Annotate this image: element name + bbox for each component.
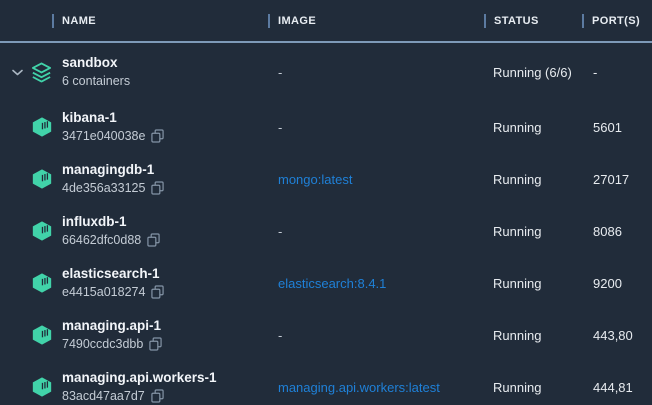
column-header-status[interactable]: STATUS <box>484 14 582 28</box>
status-cell: Running <box>493 328 593 343</box>
copy-icon[interactable] <box>151 285 164 299</box>
container-name: elasticsearch-1 <box>62 265 278 283</box>
status-cell: Running (6/6) <box>493 65 593 80</box>
container-name: managing.api-1 <box>62 317 278 335</box>
container-box-icon <box>30 324 53 347</box>
table-row-elasticsearch-1[interactable]: elasticsearch-1 e4415a018274 elasticsear… <box>0 257 652 309</box>
image-cell: - <box>278 120 493 135</box>
column-separator <box>582 14 584 28</box>
column-header-ports[interactable]: PORT(S) <box>582 14 652 28</box>
image-cell: - <box>278 224 493 239</box>
image-link[interactable]: elasticsearch:8.4.1 <box>278 276 493 291</box>
ports-cell: 9200 <box>593 276 652 291</box>
group-name: sandbox <box>62 54 278 72</box>
status-cell: Running <box>493 172 593 187</box>
status-cell: Running <box>493 380 593 395</box>
column-header-name[interactable]: NAME <box>52 14 268 28</box>
container-name: influxdb-1 <box>62 213 278 231</box>
image-cell: - <box>278 328 493 343</box>
container-id: 3471e040038e <box>62 127 145 145</box>
container-id: 7490ccdc3dbb <box>62 335 143 353</box>
image-cell: - <box>278 65 493 80</box>
table-row-kibana-1[interactable]: kibana-1 3471e040038e - Running 5601 <box>0 101 652 153</box>
container-name: managingdb-1 <box>62 161 278 179</box>
column-separator <box>484 14 486 28</box>
container-box-icon <box>30 220 53 243</box>
table-row-group-sandbox[interactable]: sandbox 6 containers - Running (6/6) - <box>0 43 652 101</box>
container-name: managing.api.workers-1 <box>62 369 278 387</box>
table-row-managing-api-workers-1[interactable]: managing.api.workers-1 83acd47aa7d7 mana… <box>0 361 652 405</box>
table-row-influxdb-1[interactable]: influxdb-1 66462dfc0d88 - Running 8086 <box>0 205 652 257</box>
copy-icon[interactable] <box>151 389 164 403</box>
ports-cell: - <box>593 65 652 80</box>
column-header-image[interactable]: IMAGE <box>268 14 484 28</box>
status-cell: Running <box>493 224 593 239</box>
container-id: 83acd47aa7d7 <box>62 387 145 405</box>
ports-cell: 443,80 <box>593 328 652 343</box>
table-row-managingdb-1[interactable]: managingdb-1 4de356a33125 mongo:latest R… <box>0 153 652 205</box>
ports-cell: 444,81 <box>593 380 652 395</box>
container-box-icon <box>30 168 53 191</box>
container-name: kibana-1 <box>62 109 278 127</box>
column-separator <box>268 14 270 28</box>
status-cell: Running <box>493 120 593 135</box>
stack-icon <box>30 61 53 84</box>
image-link[interactable]: mongo:latest <box>278 172 493 187</box>
copy-icon[interactable] <box>149 337 162 351</box>
container-box-icon <box>30 116 53 139</box>
column-header-status-label: STATUS <box>494 15 539 27</box>
copy-icon[interactable] <box>151 181 164 195</box>
column-header-image-label: IMAGE <box>278 15 316 27</box>
ports-cell: 8086 <box>593 224 652 239</box>
container-id: e4415a018274 <box>62 283 145 301</box>
image-link[interactable]: managing.api.workers:latest <box>278 380 493 395</box>
table-header: NAME IMAGE STATUS PORT(S) <box>0 0 652 43</box>
column-separator <box>52 14 54 28</box>
copy-icon[interactable] <box>147 233 160 247</box>
group-container-count: 6 containers <box>62 72 278 90</box>
container-box-icon <box>30 376 53 399</box>
column-header-name-label: NAME <box>62 15 96 27</box>
ports-cell: 5601 <box>593 120 652 135</box>
table-row-managing-api-1[interactable]: managing.api-1 7490ccdc3dbb - Running 44… <box>0 309 652 361</box>
container-box-icon <box>30 272 53 295</box>
container-id: 4de356a33125 <box>62 179 145 197</box>
status-cell: Running <box>493 276 593 291</box>
containers-table: NAME IMAGE STATUS PORT(S) sandbox 6 cont… <box>0 0 652 405</box>
chevron-down-icon[interactable] <box>12 69 23 76</box>
ports-cell: 27017 <box>593 172 652 187</box>
container-id: 66462dfc0d88 <box>62 231 141 249</box>
column-header-ports-label: PORT(S) <box>592 15 640 27</box>
copy-icon[interactable] <box>151 129 164 143</box>
